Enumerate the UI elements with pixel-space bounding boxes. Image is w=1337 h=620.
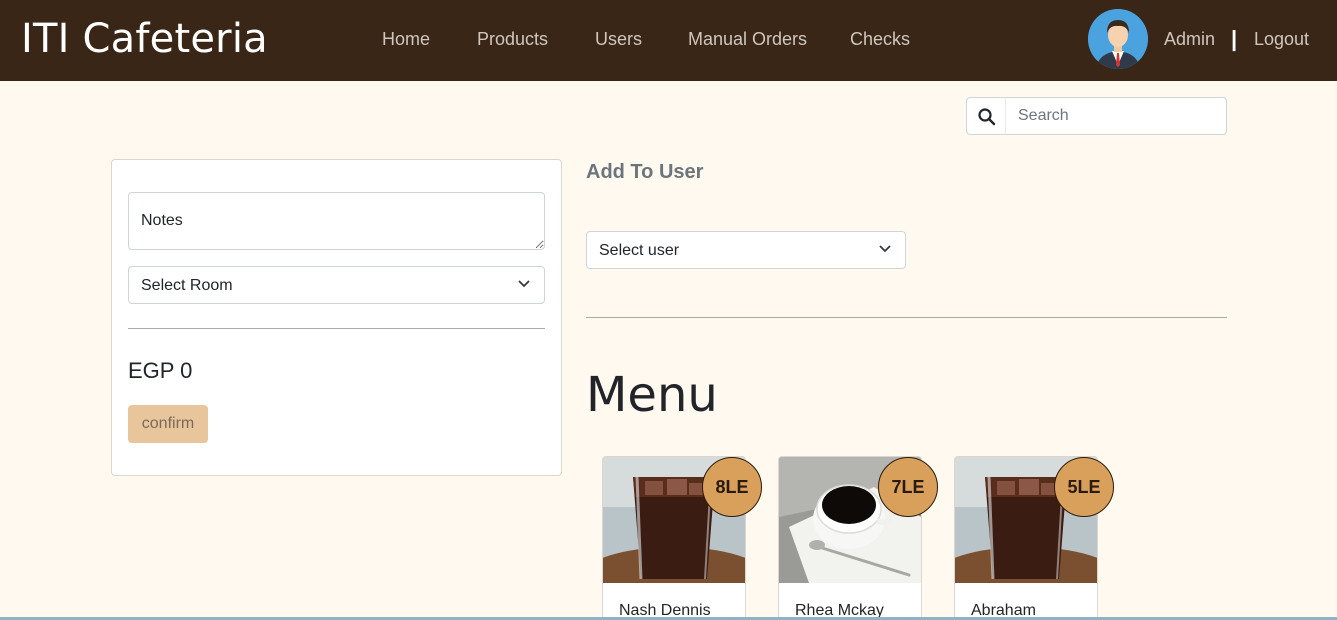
divider bbox=[586, 317, 1227, 318]
order-total: EGP 0 bbox=[128, 358, 193, 383]
room-select[interactable]: Select Room bbox=[128, 266, 545, 304]
room-select-label: Select Room bbox=[141, 277, 233, 294]
nav-home[interactable]: Home bbox=[382, 28, 430, 50]
nav-users[interactable]: Users bbox=[595, 28, 642, 50]
logout-link[interactable]: Logout bbox=[1254, 28, 1309, 50]
nav-products[interactable]: Products bbox=[477, 28, 548, 50]
chevron-down-icon bbox=[879, 245, 891, 253]
user-select[interactable]: Select user bbox=[586, 231, 906, 269]
nav-manual-orders[interactable]: Manual Orders bbox=[688, 28, 807, 50]
divider bbox=[128, 328, 545, 329]
nav-checks[interactable]: Checks bbox=[850, 28, 910, 50]
search-input[interactable] bbox=[1007, 99, 1222, 133]
user-avatar-icon bbox=[1088, 9, 1148, 69]
order-card: Select Room EGP 0 confirm bbox=[111, 159, 562, 476]
nav-separator: | bbox=[1231, 26, 1238, 51]
confirm-button[interactable]: confirm bbox=[128, 405, 208, 443]
search-divider bbox=[1005, 98, 1006, 134]
top-navbar: ITI Cafeteria Home Products Users Manual… bbox=[0, 0, 1337, 81]
search-icon bbox=[978, 108, 996, 126]
notes-field[interactable] bbox=[128, 192, 545, 250]
chevron-down-icon bbox=[518, 280, 530, 288]
price-badge: 7LE bbox=[878, 457, 938, 517]
add-to-user-heading: Add To User bbox=[586, 161, 704, 183]
menu-heading: Menu bbox=[586, 367, 718, 423]
user-select-label: Select user bbox=[599, 242, 680, 259]
price-badge: 8LE bbox=[702, 457, 762, 517]
brand-title[interactable]: ITI Cafeteria bbox=[21, 14, 268, 64]
avatar[interactable] bbox=[1088, 9, 1148, 69]
search-box bbox=[966, 97, 1227, 135]
admin-user-name[interactable]: Admin bbox=[1164, 28, 1215, 50]
price-badge: 5LE bbox=[1054, 457, 1114, 517]
